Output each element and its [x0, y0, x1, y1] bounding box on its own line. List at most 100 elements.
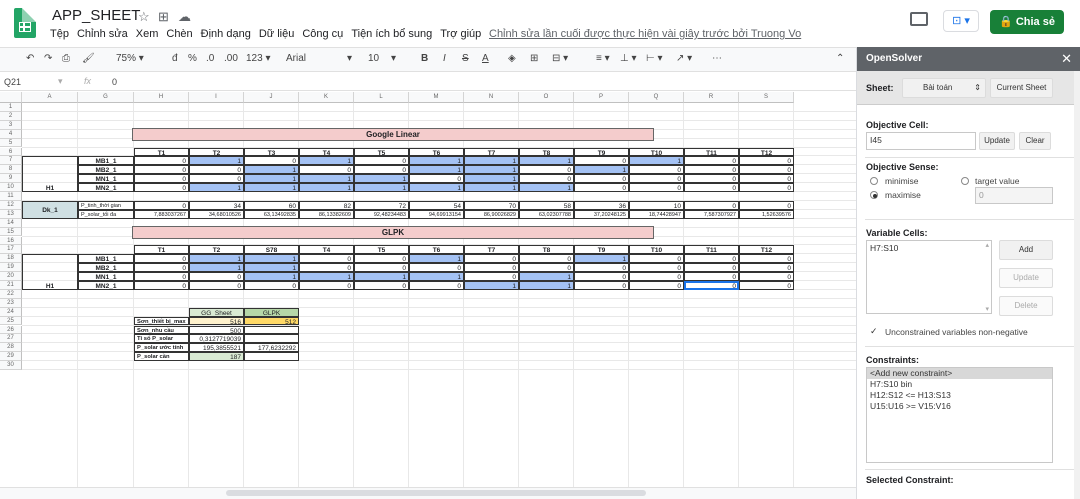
- column-header[interactable]: H: [134, 92, 189, 103]
- row-header[interactable]: 30: [0, 361, 22, 370]
- value-cell[interactable]: 0: [629, 272, 684, 281]
- menu-item[interactable]: Công cụ: [302, 28, 343, 40]
- p-time-cell[interactable]: 60: [244, 200, 299, 210]
- column-header[interactable]: P: [574, 92, 629, 103]
- target-value-input[interactable]: 0: [975, 187, 1053, 204]
- constraints-list[interactable]: <Add new constraint> H7:S10 bin H12:S12 <=…: [866, 367, 1053, 463]
- constraint-item[interactable]: U15:U16 >= V15:V16: [867, 401, 1052, 412]
- row-header[interactable]: 17: [0, 245, 22, 255]
- t-header[interactable]: T12: [739, 245, 794, 255]
- value-cell[interactable]: 0: [629, 165, 684, 175]
- value-cell[interactable]: 1: [464, 281, 519, 290]
- summary-label[interactable]: Tỉ số P_solar: [134, 334, 189, 344]
- objective-update-button[interactable]: Update: [979, 132, 1015, 150]
- summary-glpk[interactable]: [244, 334, 299, 344]
- constraint-item[interactable]: <Add new constraint>: [867, 368, 1052, 379]
- objective-cell-input[interactable]: I45: [866, 132, 976, 150]
- value-cell[interactable]: 1: [574, 165, 629, 175]
- value-cell[interactable]: 0: [574, 263, 629, 273]
- delete-variable-button[interactable]: Delete: [999, 296, 1053, 316]
- row-header[interactable]: 28: [0, 343, 22, 353]
- p-time-cell[interactable]: 34: [189, 200, 244, 210]
- value-cell[interactable]: 0: [354, 254, 409, 264]
- p-time-cell[interactable]: 0: [739, 200, 794, 210]
- t-header[interactable]: T12: [739, 147, 794, 157]
- p-solar-cell[interactable]: 63,02307788: [519, 209, 574, 219]
- value-cell[interactable]: 1: [244, 254, 299, 264]
- menu-item[interactable]: Định dạng: [201, 28, 251, 40]
- machine-label[interactable]: MN1_1: [78, 174, 134, 184]
- row-header[interactable]: 19: [0, 263, 22, 273]
- p-solar-cell[interactable]: 86,13382609: [299, 209, 354, 219]
- column-header[interactable]: L: [354, 92, 409, 103]
- row-header[interactable]: 25: [0, 316, 22, 326]
- value-cell[interactable]: 0: [684, 183, 739, 192]
- document-title[interactable]: APP_SHEET: [52, 7, 140, 24]
- t-header[interactable]: T5: [354, 147, 409, 157]
- value-cell[interactable]: 1: [354, 183, 409, 192]
- name-box[interactable]: Q21: [4, 77, 21, 87]
- row-header[interactable]: 7: [0, 156, 22, 166]
- row-header[interactable]: 23: [0, 298, 22, 308]
- more-options-button[interactable]: ⋯: [712, 53, 722, 64]
- variable-cells-list[interactable]: H7:S10 ▴ ▾: [866, 240, 992, 314]
- p-time-cell[interactable]: 70: [464, 200, 519, 210]
- variable-cell-item[interactable]: H7:S10: [870, 243, 898, 253]
- t-header[interactable]: T6: [409, 245, 464, 255]
- current-sheet-button[interactable]: Current Sheet: [990, 78, 1053, 98]
- value-cell[interactable]: 1: [244, 272, 299, 281]
- italic-button[interactable]: I: [443, 53, 446, 64]
- machine-label[interactable]: MN2_1: [78, 183, 134, 192]
- value-cell[interactable]: 0: [134, 156, 189, 166]
- p-solar-cell[interactable]: 7,883037267: [134, 209, 189, 219]
- present-button[interactable]: ⊡ ▾: [943, 10, 979, 32]
- strikethrough-button[interactable]: S: [462, 53, 469, 64]
- value-cell[interactable]: 0: [134, 263, 189, 273]
- column-header[interactable]: S: [739, 92, 794, 103]
- column-header[interactable]: R: [684, 92, 739, 103]
- machine-label[interactable]: MB1_1: [78, 254, 134, 264]
- value-cell[interactable]: 1: [464, 156, 519, 166]
- group-label[interactable]: H1: [22, 254, 78, 290]
- row-header[interactable]: 2: [0, 111, 22, 121]
- value-cell[interactable]: 0: [134, 254, 189, 264]
- t-header[interactable]: S78: [244, 245, 299, 255]
- value-cell[interactable]: 0: [519, 174, 574, 184]
- objective-clear-button[interactable]: Clear: [1019, 132, 1051, 150]
- align-vertical-icon[interactable]: ⊥ ▾: [620, 53, 637, 64]
- maximise-radio[interactable]: [870, 191, 878, 199]
- value-cell[interactable]: 0: [409, 281, 464, 290]
- value-cell[interactable]: 0: [244, 156, 299, 166]
- corner-cell[interactable]: [0, 92, 22, 103]
- increase-decimal-button[interactable]: .00: [224, 53, 238, 64]
- value-cell[interactable]: 1: [354, 272, 409, 281]
- t-header[interactable]: T1: [134, 245, 189, 255]
- value-cell[interactable]: 0: [574, 156, 629, 166]
- row-header[interactable]: 21: [0, 281, 22, 290]
- currency-button[interactable]: đ: [172, 53, 178, 64]
- value-cell[interactable]: 0: [574, 174, 629, 184]
- value-cell[interactable]: 1: [354, 174, 409, 184]
- row-header[interactable]: 18: [0, 254, 22, 264]
- align-horizontal-icon[interactable]: ≡ ▾: [596, 53, 610, 64]
- p-time-cell[interactable]: 36: [574, 200, 629, 210]
- value-cell[interactable]: 1: [244, 165, 299, 175]
- row-header[interactable]: 16: [0, 236, 22, 246]
- value-cell[interactable]: 1: [464, 165, 519, 175]
- value-cell[interactable]: 1: [409, 165, 464, 175]
- number-format-select[interactable]: 123 ▾: [246, 53, 271, 64]
- value-cell[interactable]: 0: [629, 174, 684, 184]
- value-cell[interactable]: 0: [299, 165, 354, 175]
- p-solar-cell[interactable]: 63,13492835: [244, 209, 299, 219]
- column-header[interactable]: N: [464, 92, 519, 103]
- t-header[interactable]: T4: [299, 245, 354, 255]
- row-header[interactable]: 5: [0, 138, 22, 148]
- summary-label[interactable]: Sơn_thiết bị_max: [134, 316, 189, 326]
- paint-format-icon[interactable]: 🖌: [82, 53, 95, 64]
- menu-item[interactable]: Trợ giúp: [440, 28, 481, 40]
- redo-icon[interactable]: ↷: [44, 53, 52, 64]
- row-header[interactable]: 15: [0, 227, 22, 237]
- undo-icon[interactable]: ↶: [26, 53, 34, 64]
- column-header[interactable]: G: [78, 92, 134, 103]
- row-header[interactable]: 10: [0, 183, 22, 192]
